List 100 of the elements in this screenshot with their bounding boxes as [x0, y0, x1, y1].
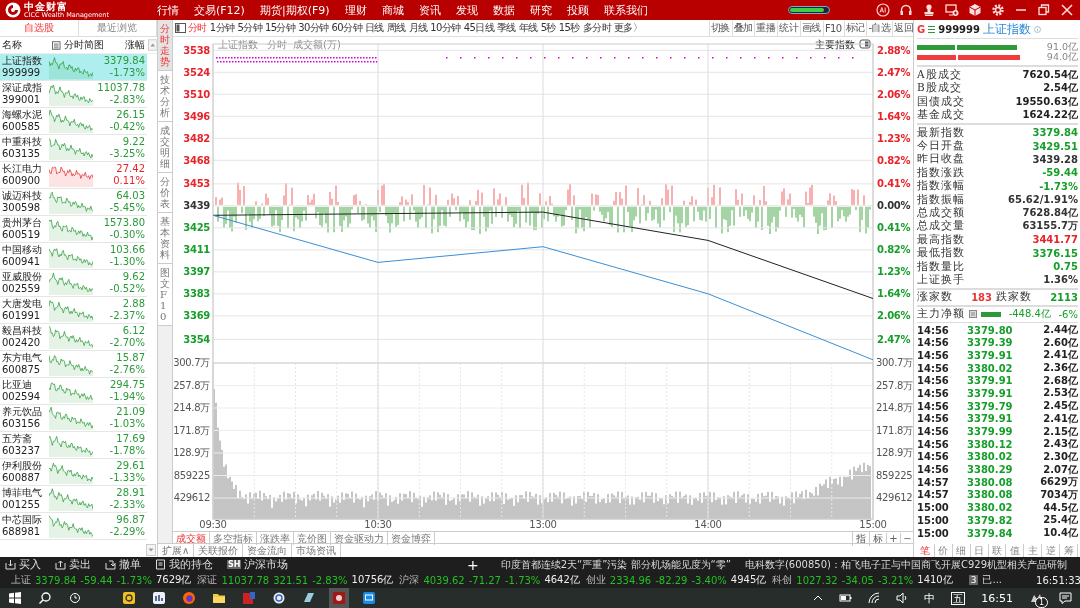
input-mode[interactable]: 五 — [951, 591, 966, 605]
period-tab[interactable]: 30分钟 — [297, 21, 330, 35]
search-icon[interactable] — [38, 591, 52, 605]
indicator-tab[interactable]: 资金博弈 — [388, 532, 435, 545]
indicator-tab[interactable]: 成交额 — [173, 532, 210, 545]
panel-toggle-icon[interactable] — [175, 23, 186, 33]
ticker-name[interactable]: 深证 — [197, 573, 218, 587]
watchlist-row[interactable]: 中重科技 603135 9.22 -3.25% — [0, 135, 147, 162]
watchlist-tab[interactable]: 最近浏览 — [78, 20, 157, 36]
menu-item[interactable]: 交易(F12) — [194, 2, 245, 18]
chart-tool-button[interactable]: 切换 — [708, 20, 731, 36]
period-tab[interactable]: 年线 — [517, 21, 539, 35]
watchlist-row[interactable]: 贵州茅台 600519 1573.80 -0.30% — [0, 216, 147, 243]
watchlist-row[interactable]: 博菲电气 001255 28.91 -2.33% — [0, 486, 147, 513]
trade-action-button[interactable]: SH 沪深市场 — [227, 557, 289, 572]
ticker-name[interactable]: 上证 — [11, 573, 31, 587]
period-tab[interactable]: 5秒 — [539, 21, 557, 35]
watchlist-row[interactable]: 养元饮品 603156 21.09 -1.03% — [0, 405, 147, 432]
watchlist-row[interactable]: 伊利股份 600887 29.61 -1.33% — [0, 459, 147, 486]
period-tab[interactable]: 10分钟 — [429, 21, 462, 35]
stamp-icon[interactable] — [922, 3, 936, 17]
period-tab[interactable]: 周线 — [385, 21, 407, 35]
trade-action-button[interactable]: 我的持仓 — [155, 557, 213, 572]
period-tab[interactable]: 60分钟 — [330, 21, 363, 35]
screen-add-icon[interactable] — [945, 3, 959, 17]
trade-action-button[interactable]: 买入 — [5, 557, 41, 572]
chart-tool-button[interactable]: 重播 — [754, 20, 777, 36]
folder-icon[interactable] — [212, 591, 226, 605]
indicator-button[interactable]: 标 — [869, 531, 886, 546]
chart-tool-button[interactable]: -自选 — [866, 20, 892, 36]
side-tab[interactable]: 成交明细 — [158, 122, 172, 173]
indicator-button[interactable]: 指 — [852, 531, 869, 546]
menu-item[interactable]: 联系我们 — [603, 2, 648, 18]
watchlist-row[interactable]: 五芳斋 603237 17.69 -1.78% — [0, 432, 147, 459]
column-header[interactable]: 分时简图 — [63, 38, 115, 52]
menu-item[interactable]: 发现 — [455, 2, 478, 18]
side-tab[interactable]: 分价表 — [158, 173, 172, 213]
remote-desktop-icon[interactable] — [362, 591, 376, 605]
zoom-button[interactable]: − — [900, 533, 914, 544]
period-tab[interactable]: 1分钟 — [208, 21, 236, 35]
taskbar-app-icon[interactable] — [272, 591, 286, 605]
input-mode[interactable]: 中 — [924, 590, 936, 606]
windows-start-icon[interactable] — [8, 591, 22, 605]
column-header[interactable]: 名称 — [2, 38, 50, 52]
watchlist-row[interactable]: 中芯国际 688981 96.87 -2.29% — [0, 513, 147, 540]
chart-tool-button[interactable]: 返回 — [892, 20, 914, 36]
ai-assistant-icon[interactable] — [876, 3, 890, 17]
menu-item[interactable]: 商城 — [381, 2, 404, 18]
period-tab[interactable]: 月线 — [407, 21, 429, 35]
ticker-name[interactable]: 沪深 — [399, 573, 420, 587]
watchlist-row[interactable]: 长江电力 600900 27.42 0.11% — [0, 162, 147, 189]
period-tab[interactable]: 5分钟 — [236, 21, 263, 35]
index-selector[interactable]: 主要指数 — [815, 39, 855, 50]
chart-tool-button[interactable]: 标记 — [843, 20, 866, 36]
menu-icon[interactable] — [928, 24, 936, 34]
settings-icon[interactable] — [991, 3, 1005, 17]
menu-item[interactable]: 理财 — [344, 2, 367, 18]
watchlist-row[interactable]: 大唐发电 601991 2.88 -2.37% — [0, 297, 147, 324]
add-button[interactable]: + — [466, 557, 479, 572]
indicator-tab[interactable]: 多空指标 — [210, 532, 257, 545]
browser-icon[interactable] — [182, 591, 196, 605]
menu-item[interactable]: 数据 — [492, 2, 515, 18]
trade-action-button[interactable]: 卖出 — [55, 557, 91, 572]
wifi-icon[interactable] — [868, 592, 881, 604]
chart-tool-button[interactable]: 叠加 — [731, 20, 754, 36]
restore-icon[interactable] — [1037, 3, 1051, 17]
watchlist-row[interactable]: 诚迈科技 300598 64.03 -5.45% — [0, 189, 147, 216]
ticker-name[interactable]: 科创 — [772, 573, 793, 587]
task-view-icon[interactable] — [68, 591, 82, 605]
ticker-name[interactable]: 创业 — [585, 573, 606, 587]
side-tab[interactable]: 图文F10 — [158, 264, 172, 326]
period-tab[interactable]: 多分时 — [581, 21, 612, 35]
list-icon[interactable] — [969, 310, 977, 319]
headset-icon[interactable] — [899, 3, 913, 17]
news-headline[interactable]: 印度首都连续2天“严重”污染 部分机场能见度为“零” — [500, 557, 731, 572]
battery-icon[interactable] — [839, 593, 853, 603]
indicator-tab[interactable]: 资金驱动力 — [331, 532, 388, 545]
taskbar-app-icon[interactable] — [152, 591, 166, 605]
menu-item[interactable]: 研究 — [529, 2, 552, 18]
watchlist-row[interactable]: 东方电气 600875 15.87 -2.76% — [0, 351, 147, 378]
watchlist-row[interactable]: 上证指数 999999 3379.84 -1.73% — [0, 54, 147, 81]
watchlist-row[interactable]: 毅昌科技 002420 6.12 -2.70% — [0, 324, 147, 351]
trade-action-button[interactable]: 撤单 — [105, 557, 141, 572]
panel-toggle-icon[interactable] — [859, 39, 871, 49]
chart-toggle-icon[interactable] — [52, 40, 61, 50]
news-headline[interactable]: 电科数字(600850)：柏飞电子正与中国商飞开展C929机型相关产品研制 — [744, 557, 1067, 572]
watchlist-row[interactable]: 中国移动 600941 103.66 -1.30% — [0, 243, 147, 270]
speaker-icon[interactable] — [896, 592, 909, 604]
close-icon[interactable] — [1060, 3, 1074, 17]
taskbar-app-icon[interactable] — [122, 591, 136, 605]
watchlist-tab[interactable]: 自选股 — [0, 20, 79, 36]
side-tab[interactable]: 技术分析 — [158, 71, 172, 122]
taskbar-app-icon[interactable] — [332, 591, 346, 605]
taskbar-app-icon[interactable] — [302, 591, 316, 605]
menu-item[interactable]: 行情 — [157, 2, 179, 18]
watchlist-row[interactable]: 深证成指 399001 11037.78 -2.83% — [0, 81, 147, 108]
column-header[interactable]: 涨幅 — [118, 38, 145, 52]
indicator-tab[interactable]: 竞价图 — [294, 532, 331, 545]
period-tab[interactable]: 15秒 — [557, 21, 581, 35]
period-tab[interactable]: 季线 — [496, 21, 517, 35]
